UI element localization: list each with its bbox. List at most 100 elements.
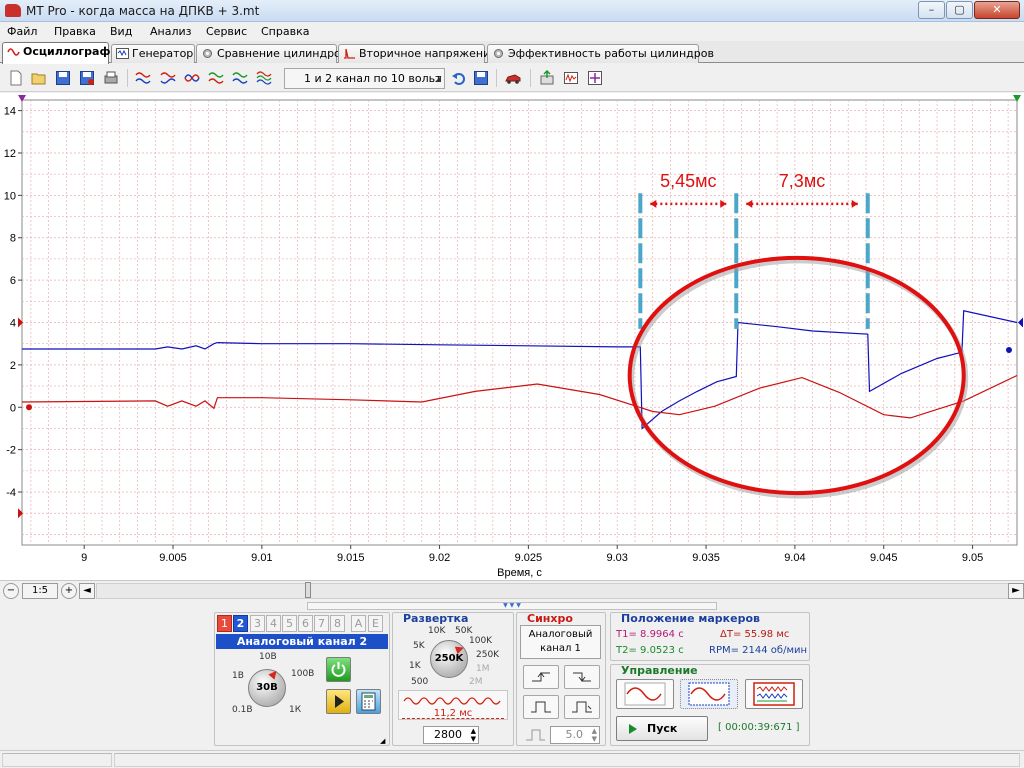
- preset-select[interactable]: 1 и 2 канал по 10 вольт ◢: [284, 68, 445, 89]
- y-tick-label: 8: [10, 233, 16, 245]
- mode-single-button[interactable]: [616, 679, 674, 709]
- sweep-label-250k: 250K: [476, 650, 500, 660]
- minimize-button[interactable]: –: [918, 1, 945, 19]
- x-tick-label: 9.02: [429, 552, 450, 564]
- window-title: MT Pro - когда масса на ДПКВ + 3.mt: [26, 4, 260, 18]
- app-car-icon: [5, 4, 21, 17]
- channel-tab-a[interactable]: A: [351, 615, 366, 632]
- x-tick-label: 9.045: [870, 552, 898, 564]
- waves-icon[interactable]: [160, 70, 176, 86]
- volts-knob[interactable]: 30В: [248, 669, 286, 707]
- gear-icon: [203, 49, 212, 58]
- channel-tab-5[interactable]: 5: [282, 615, 297, 632]
- resize-grip-icon: ◢: [380, 737, 386, 745]
- oscilloscope-chart[interactable]: 14 12 10 8 6 4 2 0 -2 -4 9 9.005 9.01 9.015 9.02 9.025 9…: [0, 93, 1024, 580]
- tab-label: Сравнение цилиндров: [217, 47, 348, 60]
- stepper-arrows-icon: ▲ ▼: [591, 727, 597, 743]
- channel-tab-3[interactable]: 3: [250, 615, 265, 632]
- channel-tab-8[interactable]: 8: [330, 615, 345, 632]
- maximize-button[interactable]: ▢: [946, 1, 973, 19]
- play-channel-button[interactable]: [326, 689, 351, 714]
- ch2-level-marker: [1006, 347, 1012, 354]
- y-tick-label: 4: [10, 318, 16, 330]
- calculator-icon: [361, 692, 376, 711]
- tab-label: Эффективность работы цилиндров: [508, 47, 714, 60]
- channel-tab-4[interactable]: 4: [266, 615, 281, 632]
- sync-fall-button[interactable]: [564, 665, 600, 689]
- y-tick-label: 10: [4, 190, 16, 202]
- waves-icon[interactable]: [256, 70, 272, 86]
- ch1-level-marker: [26, 404, 32, 411]
- menu-view[interactable]: Вид: [110, 25, 132, 38]
- mode-recorder-button[interactable]: [745, 679, 803, 709]
- tab-generator[interactable]: Генератор: [111, 44, 195, 63]
- export-icon[interactable]: [539, 70, 555, 86]
- tab-cylinder-compare[interactable]: Сравнение цилиндров: [196, 44, 347, 63]
- x-tick-label: 9.03: [607, 552, 628, 564]
- channel-tab-7[interactable]: 7: [314, 615, 329, 632]
- tab-oscilloscope[interactable]: Осциллограф: [2, 42, 110, 64]
- scroll-bar: − 1:5 + ◄ ►: [0, 580, 1024, 600]
- sync-source-select[interactable]: Аналоговый канал 1: [520, 625, 601, 659]
- menu-help[interactable]: Справка: [261, 25, 309, 38]
- points-stepper[interactable]: 2800 ▲ ▼: [423, 726, 479, 744]
- oscilloscope-svg[interactable]: 14 12 10 8 6 4 2 0 -2 -4 9 9.005 9.01 9.015 9.02 9.025 9…: [0, 93, 1024, 580]
- save-as-icon[interactable]: [79, 70, 95, 86]
- marker-t1: T1= 8.9964 с: [616, 629, 684, 640]
- sweep-window-box: 11,2 мс: [398, 690, 508, 720]
- power-button[interactable]: [326, 657, 351, 682]
- single-wave-icon: [624, 682, 666, 706]
- y-tick-label: -4: [6, 487, 16, 499]
- spectrum-icon[interactable]: [563, 70, 579, 86]
- mode-continuous-button[interactable]: [680, 679, 738, 709]
- close-button[interactable]: ✕: [974, 1, 1020, 19]
- calculator-button[interactable]: [356, 689, 381, 714]
- waves-icon[interactable]: [135, 70, 151, 86]
- menu-analysis[interactable]: Анализ: [150, 25, 192, 38]
- dropdown-arrow-icon: ◢: [434, 74, 441, 83]
- sync-rise-button[interactable]: [523, 665, 559, 689]
- sine-preview-icon: [403, 697, 501, 705]
- tab-secondary-voltage[interactable]: Вторичное напряжение: [338, 44, 497, 63]
- elapsed-timer: [ 00:00:39:671 ]: [718, 722, 800, 733]
- waves-icon[interactable]: [184, 70, 200, 86]
- scroll-track[interactable]: [96, 583, 1012, 599]
- sync-mode-a-button[interactable]: [523, 695, 559, 719]
- menu-file[interactable]: Файл: [7, 25, 37, 38]
- wave-icon: [7, 48, 20, 56]
- channel-tab-e[interactable]: E: [368, 615, 383, 632]
- scroll-left-button[interactable]: ◄: [79, 583, 95, 599]
- toolbar-separator: [496, 69, 497, 87]
- scroll-right-button[interactable]: ►: [1008, 583, 1024, 599]
- x-tick-label: 9.05: [962, 552, 983, 564]
- save-small-icon[interactable]: [473, 70, 489, 86]
- channel-tab-1[interactable]: 1: [217, 615, 232, 632]
- panel-collapse-handle[interactable]: ▼ ▼ ▼: [307, 602, 717, 610]
- zoom-out-button[interactable]: −: [3, 583, 19, 599]
- undo-icon[interactable]: [451, 70, 467, 86]
- preset-value: 1 и 2 канал по 10 вольт: [304, 72, 442, 85]
- channel-tab-6[interactable]: 6: [298, 615, 313, 632]
- x-tick-label: 9.01: [251, 552, 272, 564]
- menu-service[interactable]: Сервис: [206, 25, 247, 38]
- new-file-icon[interactable]: [8, 70, 24, 86]
- scroll-thumb[interactable]: [305, 582, 311, 598]
- x-tick-label: 9.005: [159, 552, 187, 564]
- sync-mode-b-button[interactable]: [564, 695, 600, 719]
- channel-tab-2[interactable]: 2: [233, 615, 248, 632]
- print-icon[interactable]: [103, 70, 119, 86]
- waves-icon[interactable]: [232, 70, 248, 86]
- volt-label-100v: 100В: [291, 669, 315, 679]
- fit-icon[interactable]: [587, 70, 603, 86]
- stepper-arrows-icon: ▲ ▼: [470, 727, 476, 743]
- menu-edit[interactable]: Правка: [54, 25, 96, 38]
- tab-cylinder-efficiency[interactable]: Эффективность работы цилиндров: [487, 44, 714, 63]
- sync-level-stepper[interactable]: 5.0 ▲ ▼: [550, 726, 600, 744]
- zoom-in-button[interactable]: +: [61, 583, 77, 599]
- power-icon: [331, 662, 346, 677]
- waves-icon[interactable]: [208, 70, 224, 86]
- open-folder-icon[interactable]: [31, 70, 47, 86]
- save-icon[interactable]: [55, 70, 71, 86]
- car-icon[interactable]: [505, 70, 521, 86]
- start-button[interactable]: Пуск: [616, 716, 708, 741]
